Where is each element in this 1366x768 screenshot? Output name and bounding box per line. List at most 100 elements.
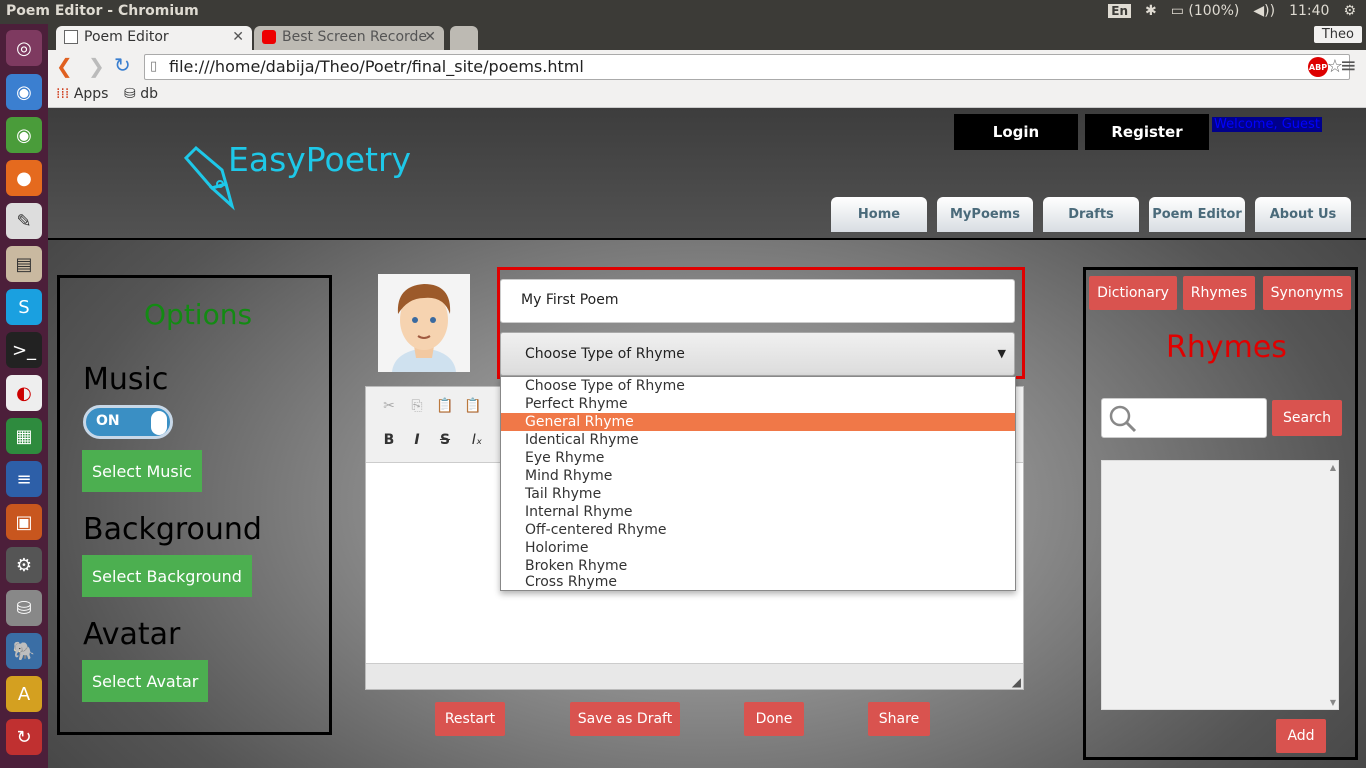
option-cross-rhyme[interactable]: Cross Rhyme: [501, 573, 1015, 591]
done-button[interactable]: Done: [744, 702, 804, 736]
apps-grid-icon: ⁞⁞⁞: [56, 86, 70, 102]
impress-icon[interactable]: ▣: [6, 504, 42, 540]
tab-synonyms[interactable]: Synonyms: [1263, 276, 1351, 310]
option-perfect-rhyme[interactable]: Perfect Rhyme: [501, 395, 1015, 413]
pgadmin-icon[interactable]: 🐘: [6, 633, 42, 669]
option-internal-rhyme[interactable]: Internal Rhyme: [501, 503, 1015, 521]
nav-about-us[interactable]: About Us: [1255, 197, 1351, 232]
close-icon[interactable]: ✕: [232, 29, 244, 45]
tab-rhymes[interactable]: Rhymes: [1183, 276, 1255, 310]
bookmarks-bar: ⁞⁞⁞ Apps ⛁ db: [48, 84, 1366, 108]
scroll-down-icon[interactable]: ▼: [1330, 698, 1336, 707]
nav-mypoems[interactable]: MyPoems: [937, 197, 1033, 232]
keyboard-indicator-icon[interactable]: En: [1108, 4, 1131, 18]
select-music-button[interactable]: Select Music: [82, 450, 202, 492]
writer-icon[interactable]: ≡: [6, 461, 42, 497]
system-settings-icon[interactable]: ⚙: [6, 547, 42, 583]
tab-label: Poem Editor: [84, 29, 169, 45]
close-icon[interactable]: ✕: [424, 29, 436, 45]
bluetooth-icon[interactable]: ✱: [1145, 3, 1157, 19]
rhyme-type-select[interactable]: Choose Type of Rhyme ▼: [500, 332, 1015, 376]
cut-icon[interactable]: ✂: [378, 395, 400, 417]
ubuntu-dash-icon[interactable]: ◎: [6, 30, 42, 66]
add-button[interactable]: Add: [1276, 719, 1326, 753]
tab-dictionary[interactable]: Dictionary: [1089, 276, 1177, 310]
bold-icon[interactable]: B: [378, 429, 400, 451]
paste-icon[interactable]: 📋: [434, 395, 456, 417]
select-avatar-button[interactable]: Select Avatar: [82, 660, 209, 702]
forward-icon[interactable]: ❯: [88, 54, 105, 78]
battery-indicator[interactable]: ▭ (100%): [1171, 3, 1240, 19]
toggle-state: ON: [96, 413, 120, 429]
remove-format-icon[interactable]: Iₓ: [466, 429, 488, 451]
rhymes-results-list[interactable]: ▲ ▼: [1101, 460, 1339, 710]
register-button[interactable]: Register: [1085, 114, 1209, 150]
toggle-knob: [151, 411, 167, 435]
software-updater-icon[interactable]: ↻: [6, 719, 42, 755]
profile-button[interactable]: Theo: [1313, 26, 1362, 43]
restart-button[interactable]: Restart: [435, 702, 505, 736]
background-heading: Background: [83, 512, 262, 547]
terminal-icon[interactable]: >_: [6, 332, 42, 368]
page-info-icon[interactable]: ▯: [150, 59, 157, 74]
option-mind-rhyme[interactable]: Mind Rhyme: [501, 467, 1015, 485]
strikethrough-icon[interactable]: S: [434, 429, 456, 451]
document-viewer-icon[interactable]: ◐: [6, 375, 42, 411]
new-tab-button[interactable]: [450, 26, 478, 50]
chrome-icon[interactable]: ◉: [6, 117, 42, 153]
nav-poem-editor[interactable]: Poem Editor: [1149, 197, 1245, 232]
option-tail-rhyme[interactable]: Tail Rhyme: [501, 485, 1015, 503]
bookmark-db[interactable]: ⛁ db: [124, 86, 158, 102]
text-editor-icon[interactable]: ✎: [6, 203, 42, 239]
tab-poem-editor[interactable]: Poem Editor ✕: [56, 26, 252, 50]
option-holorime[interactable]: Holorime: [501, 539, 1015, 557]
clock[interactable]: 11:40: [1289, 3, 1329, 19]
folder-icon: ⛁: [124, 86, 136, 102]
menu-icon[interactable]: ≡: [1340, 53, 1357, 77]
page-icon: [64, 30, 78, 44]
url-text: file:///home/dabija/Theo/Poetr/final_sit…: [169, 57, 584, 76]
resize-handle-icon[interactable]: ◢: [1012, 675, 1021, 689]
nav-home[interactable]: Home: [831, 197, 927, 232]
search-button[interactable]: Search: [1272, 400, 1342, 436]
tab-strip: Poem Editor ✕ Best Screen Recorde ✕ Theo: [48, 24, 1366, 50]
select-background-button[interactable]: Select Background: [82, 555, 252, 597]
paste-text-icon[interactable]: 📋: [462, 395, 484, 417]
database-icon[interactable]: ⛁: [6, 590, 42, 626]
app-store-icon[interactable]: A: [6, 676, 42, 712]
option-eye-rhyme[interactable]: Eye Rhyme: [501, 449, 1015, 467]
rhyme-search-input[interactable]: [1101, 398, 1267, 438]
address-bar[interactable]: ▯ file:///home/dabija/Theo/Poetr/final_s…: [144, 54, 1350, 80]
back-icon[interactable]: ❮: [56, 54, 73, 78]
adblock-icon[interactable]: ABP: [1308, 57, 1328, 77]
tab-screen-recorder[interactable]: Best Screen Recorde ✕: [254, 26, 444, 50]
nav-drafts[interactable]: Drafts: [1043, 197, 1139, 232]
youtube-icon: [262, 30, 276, 44]
site-logo[interactable]: EasyPoetry: [228, 140, 411, 179]
bookmark-label: Apps: [73, 86, 109, 102]
spreadsheet-icon[interactable]: ▦: [6, 418, 42, 454]
settings-gear-icon[interactable]: ⚙: [1343, 3, 1356, 19]
scroll-up-icon[interactable]: ▲: [1330, 463, 1336, 472]
option-choose-type[interactable]: Choose Type of Rhyme: [501, 377, 1015, 395]
rhymes-heading: Rhymes: [1166, 330, 1287, 365]
option-general-rhyme[interactable]: General Rhyme: [501, 413, 1015, 431]
reload-icon[interactable]: ↻: [114, 53, 131, 77]
copy-icon[interactable]: ⎘: [406, 395, 428, 417]
bookmark-apps[interactable]: ⁞⁞⁞ Apps: [56, 86, 108, 102]
poem-title-input[interactable]: My First Poem: [500, 279, 1015, 323]
firefox-icon[interactable]: ●: [6, 160, 42, 196]
avatar[interactable]: [378, 274, 470, 372]
volume-icon[interactable]: ◀)): [1253, 3, 1275, 19]
chromium-icon[interactable]: ◉: [6, 74, 42, 110]
skype-icon[interactable]: S: [6, 289, 42, 325]
window-title: Poem Editor - Chromium: [6, 3, 199, 19]
files-icon[interactable]: ▤: [6, 246, 42, 282]
music-toggle[interactable]: ON: [83, 405, 173, 439]
login-button[interactable]: Login: [954, 114, 1078, 150]
save-draft-button[interactable]: Save as Draft: [570, 702, 680, 736]
share-button[interactable]: Share: [868, 702, 930, 736]
option-identical-rhyme[interactable]: Identical Rhyme: [501, 431, 1015, 449]
italic-icon[interactable]: I: [406, 429, 428, 451]
option-off-centered-rhyme[interactable]: Off-centered Rhyme: [501, 521, 1015, 539]
